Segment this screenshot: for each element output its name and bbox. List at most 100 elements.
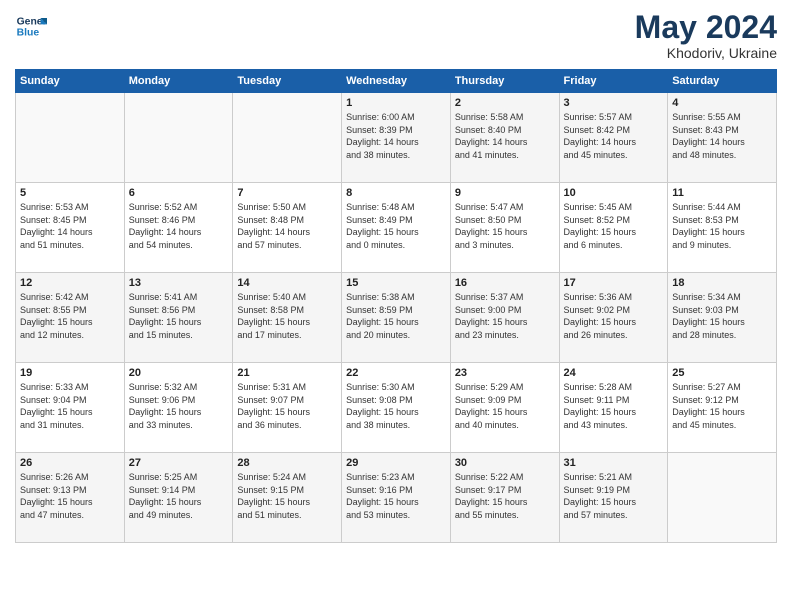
day-info: Sunrise: 5:55 AM Sunset: 8:43 PM Dayligh… <box>672 111 772 161</box>
day-info: Sunrise: 5:50 AM Sunset: 8:48 PM Dayligh… <box>237 201 337 251</box>
calendar-cell: 4 Sunrise: 5:55 AM Sunset: 8:43 PM Daylig… <box>668 93 777 183</box>
calendar-cell: 25Sunrise: 5:27 AM Sunset: 9:12 PM Dayli… <box>668 363 777 453</box>
calendar-cell: 13Sunrise: 5:41 AM Sunset: 8:56 PM Dayli… <box>124 273 233 363</box>
calendar-cell: 17Sunrise: 5:36 AM Sunset: 9:02 PM Dayli… <box>559 273 668 363</box>
day-info: Sunrise: 5:23 AM Sunset: 9:16 PM Dayligh… <box>346 471 446 521</box>
calendar-cell <box>124 93 233 183</box>
day-info: Sunrise: 5:30 AM Sunset: 9:08 PM Dayligh… <box>346 381 446 431</box>
calendar-cell: 21 Sunrise: 5:31 AM Sunset: 9:07 PM Dayli… <box>233 363 342 453</box>
day-number: 21 <box>237 367 337 379</box>
header-saturday: Saturday <box>668 70 777 93</box>
calendar-table: Sunday Monday Tuesday Wednesday Thursday… <box>15 69 777 543</box>
day-number: 14 <box>237 277 337 289</box>
week-row-2: 5Sunrise: 5:53 AM Sunset: 8:45 PM Daylig… <box>16 183 777 273</box>
day-number: 28 <box>237 457 337 469</box>
calendar-cell: 8 Sunrise: 5:48 AM Sunset: 8:49 PM Daylig… <box>342 183 451 273</box>
calendar-cell: 27Sunrise: 5:25 AM Sunset: 9:14 PM Dayli… <box>124 453 233 543</box>
day-info: Sunrise: 6:00 AM Sunset: 8:39 PM Dayligh… <box>346 111 446 161</box>
day-info: Sunrise: 5:25 AM Sunset: 9:14 PM Dayligh… <box>129 471 229 521</box>
day-info: Sunrise: 5:22 AM Sunset: 9:17 PM Dayligh… <box>455 471 555 521</box>
calendar-cell: 5Sunrise: 5:53 AM Sunset: 8:45 PM Daylig… <box>16 183 125 273</box>
logo: General Blue <box>15 10 47 42</box>
day-info: Sunrise: 5:58 AM Sunset: 8:40 PM Dayligh… <box>455 111 555 161</box>
day-number: 22 <box>346 367 446 379</box>
day-number: 19 <box>20 367 120 379</box>
calendar-cell <box>233 93 342 183</box>
calendar-cell: 22 Sunrise: 5:30 AM Sunset: 9:08 PM Dayli… <box>342 363 451 453</box>
header-thursday: Thursday <box>450 70 559 93</box>
day-info: Sunrise: 5:31 AM Sunset: 9:07 PM Dayligh… <box>237 381 337 431</box>
day-number: 1 <box>346 97 446 109</box>
calendar-cell: 2 Sunrise: 5:58 AM Sunset: 8:40 PM Daylig… <box>450 93 559 183</box>
day-info: Sunrise: 5:47 AM Sunset: 8:50 PM Dayligh… <box>455 201 555 251</box>
day-number: 23 <box>455 367 555 379</box>
day-info: Sunrise: 5:32 AM Sunset: 9:06 PM Dayligh… <box>129 381 229 431</box>
header-wednesday: Wednesday <box>342 70 451 93</box>
calendar-cell: 18 Sunrise: 5:34 AM Sunset: 9:03 PM Dayli… <box>668 273 777 363</box>
day-info: Sunrise: 5:48 AM Sunset: 8:49 PM Dayligh… <box>346 201 446 251</box>
day-info: Sunrise: 5:38 AM Sunset: 8:59 PM Dayligh… <box>346 291 446 341</box>
calendar-cell: 29Sunrise: 5:23 AM Sunset: 9:16 PM Dayli… <box>342 453 451 543</box>
calendar-cell: 11 Sunrise: 5:44 AM Sunset: 8:53 PM Dayli… <box>668 183 777 273</box>
day-info: Sunrise: 5:24 AM Sunset: 9:15 PM Dayligh… <box>237 471 337 521</box>
day-info: Sunrise: 5:27 AM Sunset: 9:12 PM Dayligh… <box>672 381 772 431</box>
page: General Blue May 2024 Khodoriv, Ukraine … <box>0 0 792 612</box>
calendar-cell: 24 Sunrise: 5:28 AM Sunset: 9:11 PM Dayli… <box>559 363 668 453</box>
day-info: Sunrise: 5:52 AM Sunset: 8:46 PM Dayligh… <box>129 201 229 251</box>
week-row-5: 26 Sunrise: 5:26 AM Sunset: 9:13 PM Dayli… <box>16 453 777 543</box>
logo-icon: General Blue <box>15 10 47 42</box>
day-number: 12 <box>20 277 120 289</box>
day-number: 5 <box>20 187 120 199</box>
week-row-4: 19 Sunrise: 5:33 AM Sunset: 9:04 PM Dayli… <box>16 363 777 453</box>
calendar-cell: 12 Sunrise: 5:42 AM Sunset: 8:55 PM Dayli… <box>16 273 125 363</box>
day-number: 20 <box>129 367 229 379</box>
day-info: Sunrise: 5:34 AM Sunset: 9:03 PM Dayligh… <box>672 291 772 341</box>
day-info: Sunrise: 5:26 AM Sunset: 9:13 PM Dayligh… <box>20 471 120 521</box>
calendar-cell: 31Sunrise: 5:21 AM Sunset: 9:19 PM Dayli… <box>559 453 668 543</box>
day-number: 6 <box>129 187 229 199</box>
week-row-3: 12 Sunrise: 5:42 AM Sunset: 8:55 PM Dayli… <box>16 273 777 363</box>
calendar-cell: 28 Sunrise: 5:24 AM Sunset: 9:15 PM Dayli… <box>233 453 342 543</box>
calendar-cell: 30 Sunrise: 5:22 AM Sunset: 9:17 PM Dayli… <box>450 453 559 543</box>
day-number: 11 <box>672 187 772 199</box>
day-number: 7 <box>237 187 337 199</box>
header-friday: Friday <box>559 70 668 93</box>
title-block: May 2024 Khodoriv, Ukraine <box>635 10 777 61</box>
day-info: Sunrise: 5:28 AM Sunset: 9:11 PM Dayligh… <box>564 381 664 431</box>
calendar-cell: 1 Sunrise: 6:00 AM Sunset: 8:39 PM Daylig… <box>342 93 451 183</box>
header-monday: Monday <box>124 70 233 93</box>
calendar-cell: 10 Sunrise: 5:45 AM Sunset: 8:52 PM Dayli… <box>559 183 668 273</box>
day-info: Sunrise: 5:37 AM Sunset: 9:00 PM Dayligh… <box>455 291 555 341</box>
main-title: May 2024 <box>635 10 777 45</box>
day-number: 17 <box>564 277 664 289</box>
day-info: Sunrise: 5:29 AM Sunset: 9:09 PM Dayligh… <box>455 381 555 431</box>
calendar-cell: 3Sunrise: 5:57 AM Sunset: 8:42 PM Daylig… <box>559 93 668 183</box>
svg-text:Blue: Blue <box>17 28 40 39</box>
calendar-cell: 20 Sunrise: 5:32 AM Sunset: 9:06 PM Dayli… <box>124 363 233 453</box>
day-info: Sunrise: 5:41 AM Sunset: 8:56 PM Dayligh… <box>129 291 229 341</box>
calendar-cell: 6 Sunrise: 5:52 AM Sunset: 8:46 PM Daylig… <box>124 183 233 273</box>
header-tuesday: Tuesday <box>233 70 342 93</box>
day-number: 4 <box>672 97 772 109</box>
day-number: 26 <box>20 457 120 469</box>
day-number: 8 <box>346 187 446 199</box>
calendar-cell <box>16 93 125 183</box>
day-number: 18 <box>672 277 772 289</box>
day-number: 31 <box>564 457 664 469</box>
day-info: Sunrise: 5:57 AM Sunset: 8:42 PM Dayligh… <box>564 111 664 161</box>
day-number: 24 <box>564 367 664 379</box>
day-info: Sunrise: 5:44 AM Sunset: 8:53 PM Dayligh… <box>672 201 772 251</box>
header-row: Sunday Monday Tuesday Wednesday Thursday… <box>16 70 777 93</box>
day-number: 2 <box>455 97 555 109</box>
calendar-cell: 9Sunrise: 5:47 AM Sunset: 8:50 PM Daylig… <box>450 183 559 273</box>
day-number: 15 <box>346 277 446 289</box>
calendar-cell: 19 Sunrise: 5:33 AM Sunset: 9:04 PM Dayli… <box>16 363 125 453</box>
day-info: Sunrise: 5:42 AM Sunset: 8:55 PM Dayligh… <box>20 291 120 341</box>
day-number: 30 <box>455 457 555 469</box>
calendar-cell: 7 Sunrise: 5:50 AM Sunset: 8:48 PM Daylig… <box>233 183 342 273</box>
day-info: Sunrise: 5:45 AM Sunset: 8:52 PM Dayligh… <box>564 201 664 251</box>
day-info: Sunrise: 5:33 AM Sunset: 9:04 PM Dayligh… <box>20 381 120 431</box>
day-number: 10 <box>564 187 664 199</box>
calendar-cell: 14Sunrise: 5:40 AM Sunset: 8:58 PM Dayli… <box>233 273 342 363</box>
day-number: 16 <box>455 277 555 289</box>
